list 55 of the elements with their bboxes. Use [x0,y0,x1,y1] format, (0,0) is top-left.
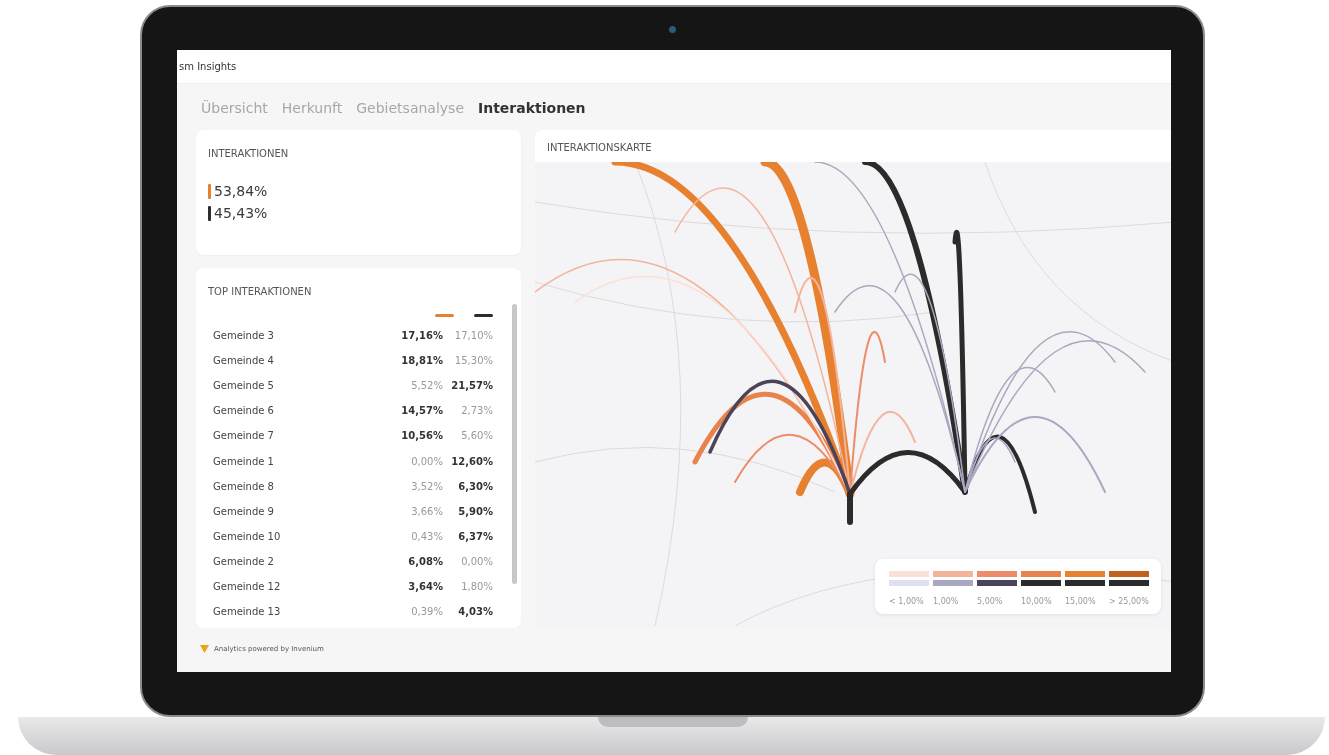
scrollbar[interactable] [512,304,517,584]
tab[interactable]: Gebietsanalyse [356,100,464,116]
table-cell-text: 1,80% [460,581,493,592]
table-cell-text: Gemeinde 5 [213,380,275,392]
table-cell-text: 4,03% [457,606,493,618]
table-cell-text: 0,39% [410,606,443,618]
tab[interactable]: Interaktionen [478,100,586,116]
table-cell-text: Gemeinde 4 [213,355,275,367]
table-cell-text: Gemeinde 2 [213,555,275,567]
card-title: TOP INTERAKTIONEN [208,286,312,297]
table-cell-text: 5,52% [410,380,443,392]
table-cell-text: 12,60% [450,455,493,467]
table-cell-text: 0,00% [410,455,443,467]
camera-icon [669,26,676,33]
percentage-value: 53,84% [214,183,268,199]
table-cell-text: 5,60% [460,430,493,442]
legend-label: > 25,00% [1109,597,1149,606]
table-cell-text: 5,90% [457,505,493,517]
table-cell-text: 2,73% [460,405,493,417]
percentage-value: 45,43% [214,205,268,221]
table-cell-text: 3,64% [407,581,443,592]
table-cell-text: 17,10% [453,330,493,342]
table-cell-text: 6,37% [457,530,493,542]
table-cell-text: Gemeinde 3 [213,330,275,342]
legend-label: 5,00% [977,597,1004,606]
card-title: INTERAKTIONEN [208,148,289,159]
app-title: sm Insights [179,61,237,72]
table-cell-text: 18,81% [400,355,443,367]
table-cell-text: Gemeinde 9 [213,505,275,517]
table-cell-text: Gemeinde 13 [213,606,282,618]
table-cell-text: 6,30% [457,480,493,492]
legend-label: 10,00% [1021,597,1053,606]
table-cell-text: 6,08% [407,555,443,567]
legend-label: < 1,00% [889,597,925,606]
table-cell-text: 3,52% [410,480,443,492]
table-cell-text: 0,00% [460,555,493,567]
table-cell-text: Gemeinde 8 [213,480,275,492]
tab[interactable]: Übersicht [201,100,268,116]
table-cell-text: Gemeinde 12 [213,581,282,592]
table-cell-text: 15,30% [453,355,493,367]
table-cell-text: 17,16% [400,330,443,342]
table-cell-text: Gemeinde 1 [213,455,275,467]
table-cell-text: Gemeinde 7 [213,430,275,442]
table-cell-text: 10,56% [400,430,443,442]
legend-label: 1,00% [933,597,960,606]
table-cell-text: Gemeinde 6 [213,405,275,417]
tab[interactable]: Herkunft [281,100,343,116]
table-cell-text: 0,43% [410,530,443,542]
table-cell-text: 3,66% [410,505,443,517]
card-title: INTERAKTIONSKARTE [546,141,653,155]
table-cell-text: 14,57% [400,405,443,417]
table-cell-text: Gemeinde 10 [213,530,282,542]
logo-icon [200,645,209,653]
legend-label: 15,00% [1065,597,1097,606]
table-cell-text: 21,57% [450,380,493,392]
